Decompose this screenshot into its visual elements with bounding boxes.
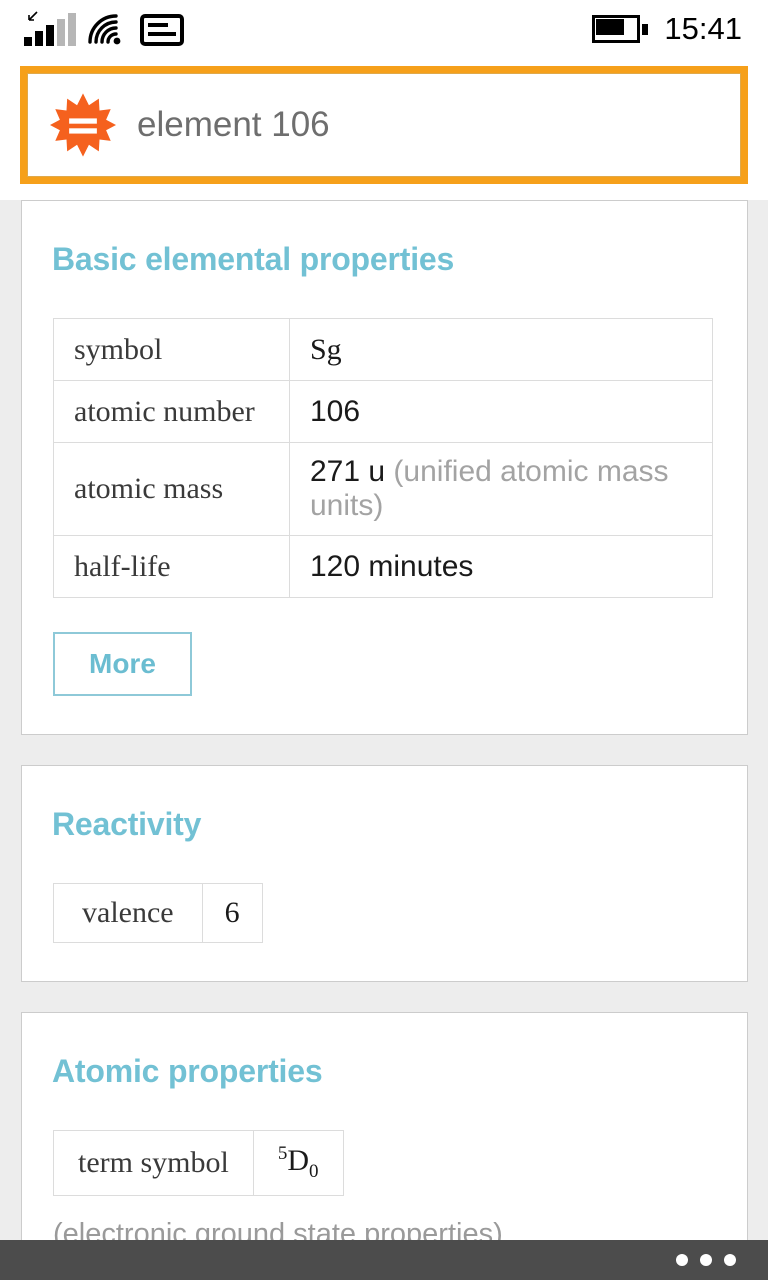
wolfram-spikey-icon xyxy=(50,93,116,157)
row-value: Sg xyxy=(289,318,713,381)
more-button[interactable]: More xyxy=(53,632,192,696)
battery-icon xyxy=(592,15,649,43)
search-input[interactable] xyxy=(137,105,740,145)
card-body: term symbol 5D0 xyxy=(22,1090,747,1196)
table-row: term symbol 5D0 xyxy=(53,1130,344,1196)
ellipsis-icon[interactable] xyxy=(676,1254,736,1266)
status-bar-left-icons xyxy=(24,11,184,46)
table-row: symbol Sg xyxy=(53,318,713,381)
cellular-signal-icon xyxy=(24,11,76,46)
row-label: symbol xyxy=(53,318,290,381)
row-label: valence xyxy=(53,883,203,943)
sim-card-icon xyxy=(140,14,184,46)
row-label: half-life xyxy=(53,535,290,598)
term-symbol-value: 5D0 xyxy=(277,1143,319,1182)
clock: 15:41 xyxy=(664,11,742,46)
term-symbol-letter: D xyxy=(287,1144,309,1177)
row-value-number: 271 u xyxy=(310,455,386,488)
atomic-properties-footnote: (electronic ground state properties) xyxy=(53,1218,503,1240)
table-row: atomic mass 271 u (unified atomic mass u… xyxy=(53,442,713,536)
status-bar-right-icons: 15:41 xyxy=(592,11,742,47)
row-label: term symbol xyxy=(53,1130,254,1196)
row-value: 120 minutes xyxy=(289,535,713,598)
card-title: Atomic properties xyxy=(52,1053,323,1089)
ellipsis-dot xyxy=(724,1254,736,1266)
table-row: atomic number 106 xyxy=(53,380,713,443)
row-value: 6 xyxy=(201,883,263,943)
term-symbol-subscript: 0 xyxy=(309,1161,319,1182)
results-scroll-area[interactable]: Basic elemental properties symbol Sg ato… xyxy=(0,200,768,1240)
row-label: atomic mass xyxy=(53,442,290,536)
search-bar-inner[interactable] xyxy=(27,73,741,177)
card-body: valence 6 xyxy=(22,843,747,981)
card-atomic-properties: Atomic properties term symbol 5D0 (elect… xyxy=(21,1012,748,1240)
atomic-properties-table: term symbol 5D0 xyxy=(53,1130,344,1196)
ellipsis-dot xyxy=(676,1254,688,1266)
card-title: Reactivity xyxy=(52,806,202,842)
card-title: Basic elemental properties xyxy=(52,241,455,277)
status-bar: 15:41 xyxy=(0,0,768,58)
wifi-icon xyxy=(88,14,121,45)
table-row: valence 6 xyxy=(53,883,263,943)
row-label: atomic number xyxy=(53,380,290,443)
ellipsis-dot xyxy=(700,1254,712,1266)
row-value: 271 u (unified atomic mass units) xyxy=(289,442,713,536)
basic-properties-table: symbol Sg atomic number 106 atomic mass … xyxy=(53,318,713,598)
card-reactivity: Reactivity valence 6 xyxy=(21,765,748,982)
card-basic-elemental-properties: Basic elemental properties symbol Sg ato… xyxy=(21,200,748,735)
table-row: half-life 120 minutes xyxy=(53,535,713,598)
term-symbol-superscript: 5 xyxy=(277,1143,288,1164)
card-body: symbol Sg atomic number 106 atomic mass … xyxy=(22,278,747,734)
row-value: 106 xyxy=(289,380,713,443)
reactivity-table: valence 6 xyxy=(53,883,263,943)
search-bar[interactable] xyxy=(20,66,748,184)
row-value: 5D0 xyxy=(252,1130,344,1196)
bottom-app-bar xyxy=(0,1240,768,1280)
